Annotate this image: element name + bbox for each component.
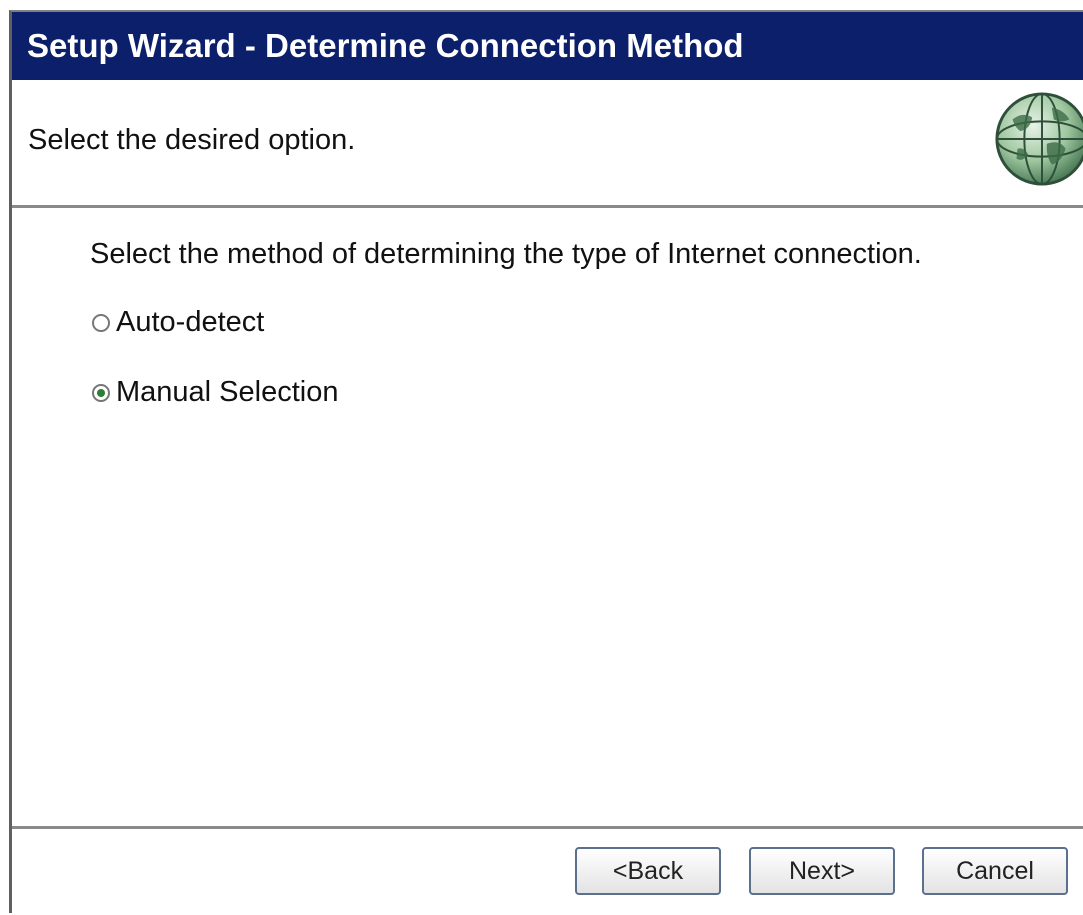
radio-label-manual-selection: Manual Selection: [116, 376, 339, 408]
setup-wizard-dialog: Setup Wizard - Determine Connection Meth…: [9, 10, 1083, 913]
back-button[interactable]: <Back: [575, 847, 721, 895]
header-text: Select the desired option.: [28, 124, 356, 156]
globe-icon: [995, 92, 1083, 186]
radio-manual-selection[interactable]: Manual Selection: [92, 376, 338, 409]
instruction-text: Select the method of determining the typ…: [90, 238, 922, 270]
cancel-button[interactable]: Cancel: [922, 847, 1068, 895]
wizard-footer: <Back Next> Cancel: [12, 829, 1083, 915]
next-button[interactable]: Next>: [749, 847, 895, 895]
radio-label-auto-detect: Auto-detect: [116, 306, 265, 338]
radio-auto-detect[interactable]: Auto-detect: [92, 306, 264, 339]
radio-button-auto-detect[interactable]: [92, 313, 110, 332]
window-title: Setup Wizard - Determine Connection Meth…: [12, 12, 1083, 80]
wizard-header: Select the desired option.: [12, 80, 1083, 208]
radio-button-manual-selection[interactable]: [92, 383, 110, 402]
wizard-content: Select the method of determining the typ…: [12, 208, 1083, 828]
